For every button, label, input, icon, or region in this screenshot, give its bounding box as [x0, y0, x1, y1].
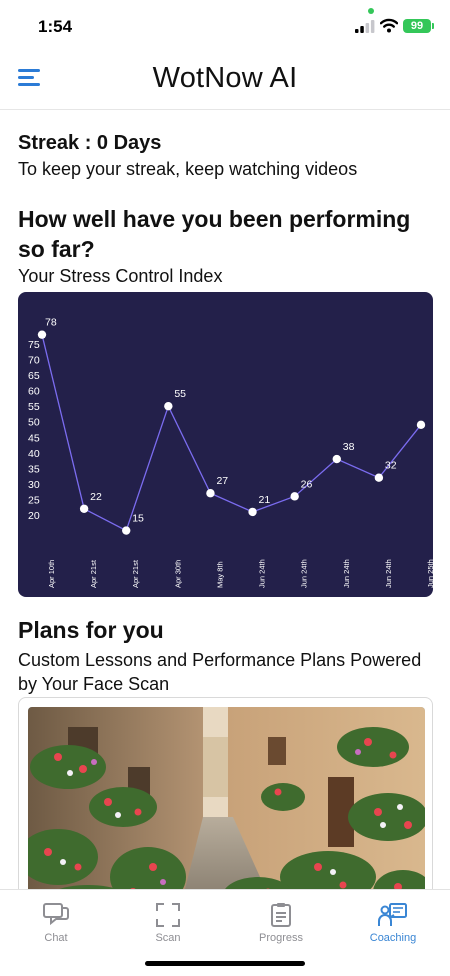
- performance-heading: How well have you been performing so far…: [18, 206, 411, 262]
- x-tick-label: Jun 24th: [384, 559, 393, 588]
- app-header: WotNow AI: [0, 54, 450, 110]
- data-point[interactable]: [79, 504, 89, 513]
- x-tick-label: Jun 24th: [258, 559, 267, 588]
- data-label: 32: [385, 460, 397, 472]
- performance-subtitle: Your Stress Control Index: [18, 266, 223, 286]
- tab-progress-label: Progress: [258, 932, 304, 944]
- data-label: 55: [174, 388, 186, 400]
- y-tick-label: 25: [28, 494, 40, 506]
- streak-subtitle: To keep your streak, keep watching video…: [18, 159, 358, 179]
- y-tick-label: 20: [28, 510, 40, 522]
- status-time: 1:54: [38, 17, 73, 36]
- x-tick-label: Apr 21st: [89, 559, 98, 588]
- y-tick-label: 40: [28, 448, 40, 460]
- coaching-icon: [378, 903, 407, 926]
- tab-scan-label: Scan: [155, 932, 181, 944]
- data-label: 38: [343, 441, 355, 453]
- y-tick-label: 60: [28, 386, 40, 398]
- y-tick-label: 70: [28, 355, 40, 367]
- y-tick-label: 45: [28, 432, 40, 444]
- y-tick-label: 50: [28, 417, 40, 429]
- x-tick-label: Apr 10th: [47, 560, 56, 588]
- y-tick-label: 75: [28, 339, 40, 351]
- tab-scan[interactable]: Scan: [128, 902, 208, 944]
- app-title: WotNow AI: [152, 62, 298, 94]
- progress-icon: [271, 903, 291, 927]
- data-point[interactable]: [164, 401, 173, 411]
- y-tick-label: 55: [28, 401, 40, 413]
- chart-svg: 20 25 30 35 40 45 50 55 60 65 70 75 78 22 15 55 27 21 26 38…: [28, 317, 433, 588]
- plan-card[interactable]: [18, 697, 433, 917]
- data-point[interactable]: [248, 507, 257, 517]
- data-point[interactable]: [290, 492, 299, 501]
- x-tick-label: Apr 21st: [131, 559, 140, 588]
- tab-coaching[interactable]: Coaching: [353, 902, 433, 944]
- wifi-icon: [380, 18, 398, 33]
- data-label: 78: [45, 317, 57, 329]
- data-label: 15: [132, 513, 144, 525]
- home-indicator: [145, 961, 305, 966]
- tab-coaching-label: Coaching: [369, 932, 417, 944]
- data-label: 21: [259, 494, 271, 506]
- data-point[interactable]: [37, 330, 47, 339]
- stress-index-chart: 20 25 30 35 40 45 50 55 60 65 70 75 78 22 15 55 27 21 26 38…: [18, 292, 433, 597]
- tab-progress[interactable]: Progress: [241, 902, 321, 944]
- tab-chat-label: Chat: [44, 932, 68, 944]
- data-label: 26: [301, 478, 313, 490]
- plans-subtitle: Custom Lessons and Performance Plans Pow…: [18, 650, 422, 694]
- plan-thumbnail-image[interactable]: [28, 707, 425, 916]
- streak-title: Streak : 0 Days: [18, 132, 162, 154]
- y-tick-label: 30: [28, 479, 40, 491]
- chat-icon: [43, 903, 69, 926]
- x-tick-label: Jun 24th: [342, 559, 351, 588]
- x-tick-label: Jun 25th: [426, 559, 433, 588]
- data-point[interactable]: [206, 489, 215, 498]
- cellular-signal-icon: [355, 20, 375, 33]
- data-point[interactable]: [416, 420, 426, 430]
- y-tick-label: 35: [28, 463, 40, 475]
- data-point[interactable]: [332, 454, 341, 464]
- x-tick-label: Apr 30th: [173, 560, 182, 588]
- tab-chat[interactable]: Chat: [16, 902, 96, 944]
- status-bar: 1:54 99: [0, 0, 450, 54]
- data-point[interactable]: [122, 526, 131, 535]
- data-label: 27: [216, 475, 228, 487]
- y-tick-label: 65: [28, 370, 40, 382]
- data-point[interactable]: [374, 473, 384, 482]
- scan-icon: [156, 903, 180, 927]
- x-tick-label: Jun 24th: [300, 559, 309, 588]
- privacy-indicator-dot: [368, 8, 374, 14]
- plans-heading: Plans for you: [18, 617, 164, 643]
- x-tick-label: May 8th: [215, 561, 224, 588]
- data-label: 22: [90, 491, 102, 503]
- battery-icon: 99: [403, 19, 434, 33]
